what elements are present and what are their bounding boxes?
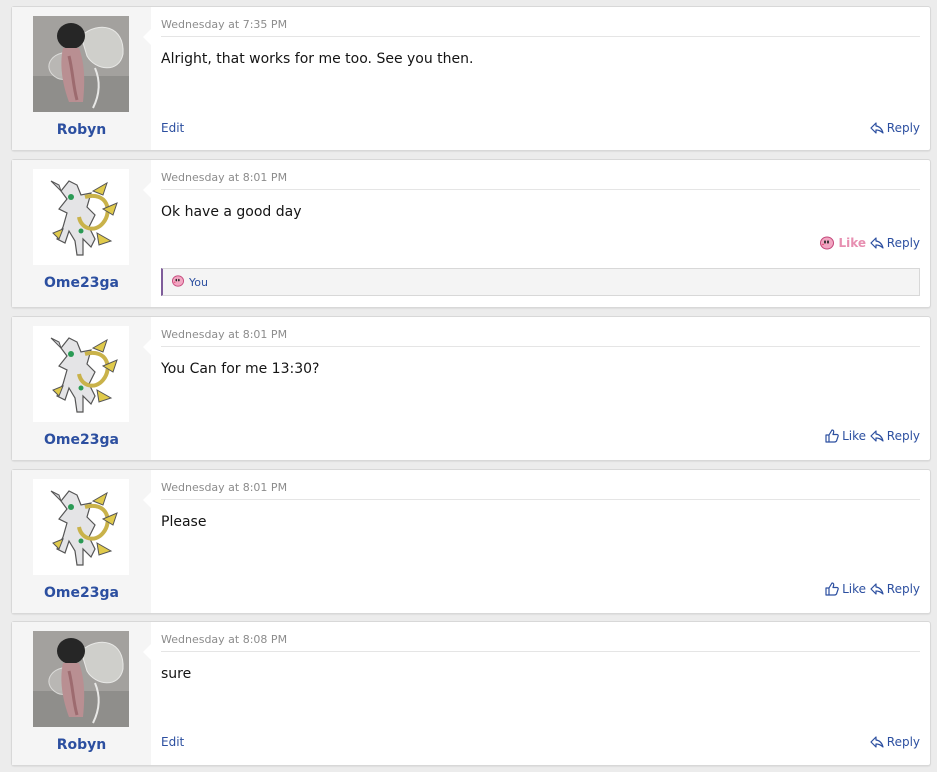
like-label: Like (842, 429, 866, 443)
reply-label: Reply (886, 236, 920, 250)
post-date[interactable]: Wednesday at 8:01 PM (161, 328, 287, 341)
divider (161, 189, 920, 190)
post-body: Wednesday at 8:01 PM You Can for me 13:3… (151, 317, 930, 460)
reply-label: Reply (886, 121, 920, 135)
user-info: Ome23ga (12, 317, 152, 460)
divider (161, 36, 920, 37)
like-button[interactable]: Like (825, 429, 866, 443)
kirby-like-icon (171, 274, 185, 290)
reply-icon (870, 122, 884, 134)
like-button[interactable]: Like (819, 236, 866, 250)
like-label: Like (842, 582, 866, 596)
edit-button[interactable]: Edit (161, 735, 184, 749)
reply-button[interactable]: Reply (870, 429, 920, 443)
edit-button[interactable]: Edit (161, 121, 184, 135)
divider (161, 346, 920, 347)
avatar[interactable] (33, 326, 129, 422)
post-date[interactable]: Wednesday at 8:01 PM (161, 171, 287, 184)
post-date[interactable]: Wednesday at 8:01 PM (161, 481, 287, 494)
message-text: sure (161, 666, 192, 682)
reply-button[interactable]: Reply (870, 582, 920, 596)
avatar[interactable] (33, 479, 129, 575)
post-body: Wednesday at 8:08 PM sure Edit Reply (151, 622, 930, 765)
reply-label: Reply (886, 735, 920, 749)
message-post: Ome23ga Wednesday at 8:01 PM Ok have a g… (11, 159, 931, 308)
reply-icon (870, 583, 884, 595)
thumbs-up-icon (825, 582, 839, 596)
edit-label: Edit (161, 121, 185, 135)
username[interactable]: Robyn (12, 122, 151, 138)
post-body: Wednesday at 8:01 PM Ok have a good day … (151, 160, 930, 307)
thumbs-up-icon (825, 429, 839, 443)
post-body: Wednesday at 8:01 PM Please Like Reply (151, 470, 930, 613)
reply-label: Reply (886, 582, 920, 596)
username[interactable]: Robyn (12, 737, 151, 753)
reply-label: Reply (886, 429, 920, 443)
reply-icon (870, 430, 884, 442)
message-post: Ome23ga Wednesday at 8:01 PM Please Like… (11, 469, 931, 614)
message-post: Ome23ga Wednesday at 8:01 PM You Can for… (11, 316, 931, 461)
user-info: Robyn (12, 622, 152, 765)
reply-button[interactable]: Reply (870, 121, 920, 135)
avatar[interactable] (33, 169, 129, 265)
divider (161, 499, 920, 500)
message-thread: Robyn Wednesday at 7:35 PM Alright, that… (0, 0, 937, 772)
username[interactable]: Ome23ga (12, 585, 151, 601)
message-text: Alright, that works for me too. See you … (161, 51, 474, 67)
message-post: Robyn Wednesday at 7:35 PM Alright, that… (11, 6, 931, 151)
likes-text[interactable]: You (189, 276, 208, 289)
like-button[interactable]: Like (825, 582, 866, 596)
divider (161, 651, 920, 652)
reply-icon (870, 736, 884, 748)
user-info: Ome23ga (12, 160, 152, 307)
kirby-like-icon (819, 236, 835, 250)
likes-summary[interactable]: You (161, 268, 920, 296)
username[interactable]: Ome23ga (12, 432, 151, 448)
post-date[interactable]: Wednesday at 8:08 PM (161, 633, 287, 646)
username[interactable]: Ome23ga (12, 275, 151, 291)
user-info: Robyn (12, 7, 152, 150)
reply-icon (870, 237, 884, 249)
avatar[interactable] (33, 631, 129, 727)
message-text: Ok have a good day (161, 204, 302, 220)
message-text: Please (161, 514, 207, 530)
like-label: Like (838, 236, 866, 250)
post-body: Wednesday at 7:35 PM Alright, that works… (151, 7, 930, 150)
message-post: Robyn Wednesday at 8:08 PM sure Edit Rep… (11, 621, 931, 766)
avatar[interactable] (33, 16, 129, 112)
user-info: Ome23ga (12, 470, 152, 613)
reply-button[interactable]: Reply (870, 735, 920, 749)
edit-label: Edit (161, 735, 185, 749)
message-text: You Can for me 13:30? (161, 361, 320, 377)
post-date[interactable]: Wednesday at 7:35 PM (161, 18, 287, 31)
reply-button[interactable]: Reply (870, 236, 920, 250)
